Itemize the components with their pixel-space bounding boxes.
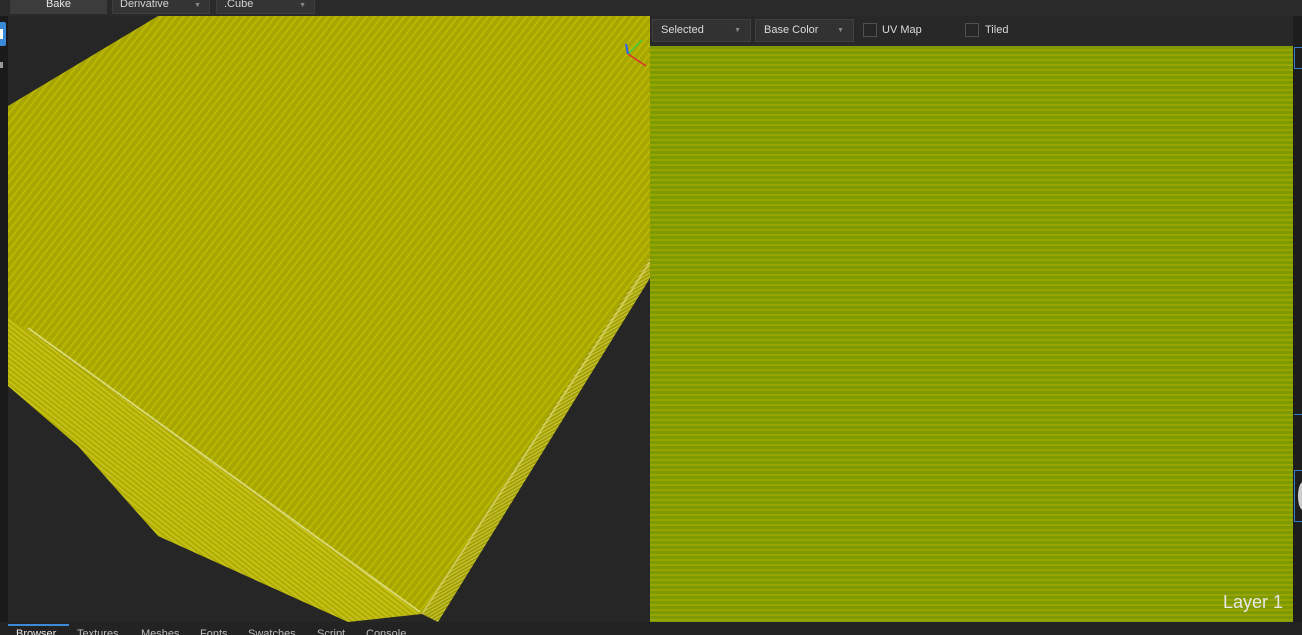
bake-button[interactable]: Bake xyxy=(10,0,107,14)
mesh-target-value: .Cube xyxy=(224,0,254,10)
channel-dropdown[interactable]: Base Color ▼ xyxy=(755,19,854,42)
uv-map-checkbox[interactable] xyxy=(863,23,877,37)
uv-map-label: UV Map xyxy=(882,24,922,36)
tab-fonts[interactable]: Fonts xyxy=(200,626,228,635)
tab-console[interactable]: Console xyxy=(366,626,406,635)
chevron-down-icon: ▼ xyxy=(837,27,844,34)
top-toolbar: Bake Derivative ▼ .Cube ▼ xyxy=(0,0,1302,16)
right-panel-divider xyxy=(1294,414,1302,415)
3d-viewport[interactable] xyxy=(8,16,650,622)
brush-icon xyxy=(0,29,3,39)
texture-view-toolbar: Selected ▼ Base Color ▼ UV Map Tiled xyxy=(650,16,1293,46)
bake-type-dropdown[interactable]: Derivative ▼ xyxy=(112,0,210,14)
cube-top-face xyxy=(8,16,650,614)
tab-meshes[interactable]: Meshes xyxy=(141,626,180,635)
object-filter-dropdown[interactable]: Selected ▼ xyxy=(652,19,751,42)
mesh-target-dropdown[interactable]: .Cube ▼ xyxy=(216,0,315,14)
channel-value: Base Color xyxy=(764,24,819,36)
chevron-down-icon: ▼ xyxy=(299,2,306,9)
tab-textures[interactable]: Textures xyxy=(77,626,119,635)
layer-label: Layer 1 xyxy=(1222,592,1283,612)
texture-view[interactable]: Layer 1 xyxy=(650,46,1293,622)
tool-option-icon[interactable] xyxy=(0,62,3,68)
left-tool-strip xyxy=(0,16,8,622)
tab-script[interactable]: Script xyxy=(317,626,345,635)
bottom-tab-bar: Browser Textures Meshes Fonts Swatches S… xyxy=(0,622,1302,635)
chevron-down-icon: ▼ xyxy=(734,27,741,34)
right-panel-edge xyxy=(1293,16,1302,622)
color-swatch-icon xyxy=(1298,482,1302,510)
object-filter-value: Selected xyxy=(661,24,704,36)
bake-type-value: Derivative xyxy=(120,0,169,10)
tab-browser[interactable]: Browser xyxy=(16,626,56,635)
mesh-render xyxy=(8,16,650,622)
axis-gizmo-icon[interactable] xyxy=(622,36,648,68)
tiled-label: Tiled xyxy=(985,24,1009,36)
right-panel-button[interactable] xyxy=(1294,47,1302,69)
tiled-checkbox[interactable] xyxy=(965,23,979,37)
chevron-down-icon: ▼ xyxy=(194,2,201,9)
tab-swatches[interactable]: Swatches xyxy=(248,626,296,635)
